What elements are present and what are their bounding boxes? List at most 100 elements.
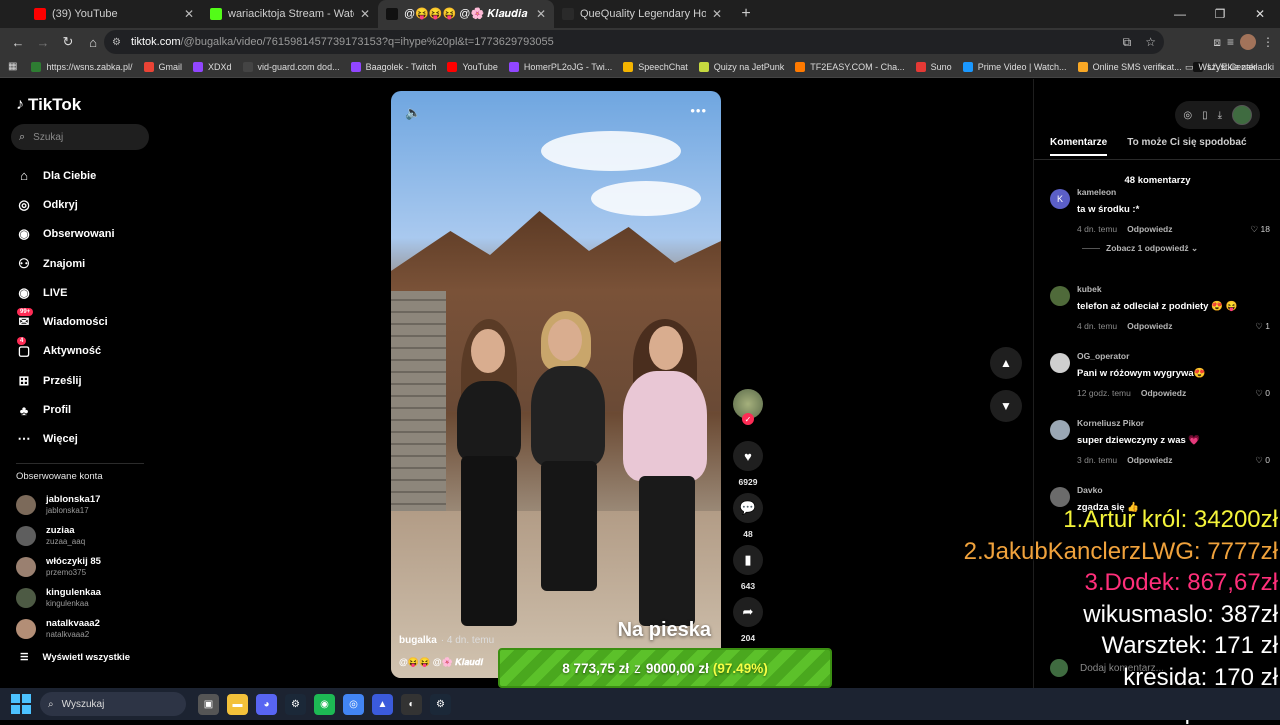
bookmark-item[interactable]: Gmail xyxy=(143,61,182,72)
new-tab-button[interactable]: + xyxy=(734,2,758,26)
comment-username[interactable]: kubek xyxy=(1077,284,1102,294)
tab-close-icon[interactable]: ✕ xyxy=(184,7,194,21)
tab-suggested[interactable]: To może Ci się spodobać xyxy=(1127,137,1246,156)
browser-tab[interactable]: (39) YouTube ✕ xyxy=(26,0,202,28)
comment-like-button[interactable]: ♡ 18 xyxy=(1251,224,1270,235)
tab-close-icon[interactable]: ✕ xyxy=(536,7,546,21)
bookmark-item[interactable]: TF2EASY.COM - Cha... xyxy=(795,61,905,72)
discover-icon[interactable]: ◎ xyxy=(1183,110,1192,121)
nav-item-profil[interactable]: ♣ Profil xyxy=(14,395,154,424)
address-bar[interactable]: ⚙ tiktok.com/@bugalka/video/761598145773… xyxy=(104,30,1164,54)
app-blue-icon[interactable]: ▲ xyxy=(372,693,393,715)
home-icon[interactable]: ⌂ xyxy=(81,30,105,54)
nav-item-więcej[interactable]: ⋯ Więcej xyxy=(14,425,154,454)
comment-username[interactable]: Davko xyxy=(1077,485,1103,495)
search-input[interactable]: ⌕ Szukaj xyxy=(11,124,149,150)
minimize-icon[interactable]: — xyxy=(1160,0,1200,28)
steam-icon[interactable]: ⚙ xyxy=(285,693,306,715)
reload-icon[interactable]: ↻ xyxy=(56,30,80,54)
chrome-icon[interactable]: ◎ xyxy=(343,693,364,715)
save-button[interactable]: ▮ 643 xyxy=(731,545,765,591)
steam-2-icon[interactable]: ⚙ xyxy=(430,693,451,715)
bookmark-item[interactable]: https://wsns.zabka.pl/ xyxy=(31,61,133,72)
discord-icon[interactable]: ◕ xyxy=(256,693,277,715)
reply-button[interactable]: Odpowiedz xyxy=(1127,455,1172,465)
nav-item-obserwowani[interactable]: ◉ Obserwowani xyxy=(14,220,154,249)
see-all-button[interactable]: ☰ Wyświetl wszystkie xyxy=(20,652,130,663)
chevron-down-icon[interactable]: ▼ xyxy=(990,390,1022,422)
comment-username[interactable]: kameleon xyxy=(1077,187,1116,197)
bookmark-item[interactable]: XDXd xyxy=(193,61,232,72)
comment-like-button[interactable]: ♡ 0 xyxy=(1255,455,1270,466)
spotify-icon[interactable]: ◉ xyxy=(314,693,335,715)
task-view-icon[interactable]: ▣ xyxy=(198,693,219,715)
followed-account[interactable]: natalkvaaa2 natalkvaaa2 xyxy=(16,613,151,644)
comment-avatar[interactable]: K xyxy=(1050,189,1070,209)
nav-item-odkryj[interactable]: ◎ Odkryj xyxy=(14,190,154,219)
comment-like-button[interactable]: ♡ 0 xyxy=(1255,388,1270,399)
profile-avatar[interactable] xyxy=(1240,34,1256,50)
bookmarks-overflow-icon[interactable]: » xyxy=(1160,62,1165,72)
all-bookmarks[interactable]: Wszystkie zakładki xyxy=(1198,62,1274,72)
tab-comments[interactable]: Komentarze xyxy=(1050,137,1108,156)
comment-avatar[interactable] xyxy=(1050,420,1070,440)
bookmark-item[interactable]: YouTube xyxy=(447,61,498,72)
reply-button[interactable]: Odpowiedz xyxy=(1127,321,1172,331)
comment-avatar[interactable] xyxy=(1050,487,1070,507)
comment-button[interactable]: 💬 48 xyxy=(731,493,765,539)
comment-username[interactable]: OG_operator xyxy=(1077,351,1129,361)
download-icon[interactable]: ⤓ xyxy=(1218,110,1222,121)
video-author[interactable]: bugalka · 4 dn. temu xyxy=(399,635,494,646)
comment-avatar[interactable] xyxy=(1050,286,1070,306)
explorer-icon[interactable]: ▬ xyxy=(227,693,248,715)
more-options-icon[interactable]: ••• xyxy=(690,103,707,118)
cast-icon[interactable]: ⧉ xyxy=(1123,35,1132,50)
volume-icon[interactable]: 🔈 xyxy=(405,105,421,121)
comment-like-button[interactable]: ♡ 1 xyxy=(1255,321,1270,332)
forward-icon[interactable]: → xyxy=(31,30,55,54)
nav-item-live[interactable]: ◉ LIVE xyxy=(14,278,154,307)
tab-close-icon[interactable]: ✕ xyxy=(360,7,370,21)
media-control-icon[interactable]: ≡ xyxy=(1227,35,1234,49)
close-window-icon[interactable]: ✕ xyxy=(1240,0,1280,28)
bookmark-item[interactable]: SpeechChat xyxy=(623,61,688,72)
tab-close-icon[interactable]: ✕ xyxy=(712,7,722,21)
site-info-icon[interactable]: ⚙ xyxy=(112,37,121,48)
apps-grid-icon[interactable]: ▦ xyxy=(8,61,17,72)
browser-tab[interactable]: @😝😝😝 @🌸 𝑲𝒍𝒂𝒖𝒅𝒊𝒂 🔊 ✕ xyxy=(378,0,554,28)
share-button[interactable]: ➦ 204 xyxy=(731,597,765,643)
nav-item-aktywność[interactable]: ▢ 4 Aktywność xyxy=(14,337,154,366)
restore-icon[interactable]: ❐ xyxy=(1200,0,1240,28)
bookmark-item[interactable]: Suno xyxy=(915,61,952,72)
app-obs-icon[interactable]: ◐ xyxy=(401,693,422,715)
bookmark-item[interactable]: Prime Video | Watch... xyxy=(962,61,1067,72)
bookmark-item[interactable]: Baagolek - Twitch xyxy=(350,61,436,72)
device-icon[interactable]: ▯ xyxy=(1202,110,1208,121)
nav-item-wiadomości[interactable]: ✉ 99+ Wiadomości xyxy=(14,307,154,336)
followed-account[interactable]: zuziaa zuzaa_aaq xyxy=(16,520,151,551)
comment-avatar[interactable] xyxy=(1050,353,1070,373)
windows-start-icon[interactable] xyxy=(11,694,31,714)
back-icon[interactable]: ← xyxy=(6,30,30,54)
bookmark-item[interactable]: HomerPL2oJG - Twi... xyxy=(508,61,612,72)
reply-button[interactable]: Odpowiedz xyxy=(1141,388,1186,398)
taskbar-search[interactable]: ⌕ Wyszukaj xyxy=(40,692,186,716)
browser-tab[interactable]: QueQuality Legendary Hoodie ✕ xyxy=(554,0,730,28)
user-avatar[interactable] xyxy=(1232,105,1252,125)
see-replies-button[interactable]: Zobacz 1 odpowiedź ⌄ xyxy=(1082,243,1198,254)
nav-item-dla-ciebie[interactable]: ⌂ Dla Ciebie xyxy=(14,161,154,190)
nav-item-prześlij[interactable]: ⊞ Prześlij xyxy=(14,366,154,395)
like-button[interactable]: ♥ 6929 xyxy=(731,441,765,487)
bookmark-item[interactable]: Quizy na JetPunk xyxy=(698,61,784,72)
followed-account[interactable]: włóczykij 85 przemo375 xyxy=(16,551,151,582)
followed-account[interactable]: kingulenkaa kingulenkaa xyxy=(16,582,151,613)
followed-account[interactable]: jablonska17 jablonska17 xyxy=(16,489,151,520)
follow-check-icon[interactable]: ✓ xyxy=(742,413,754,425)
comment-username[interactable]: Korneliusz Pikor xyxy=(1077,418,1144,428)
add-comment-input[interactable]: Dodaj komentarz... xyxy=(1080,663,1164,674)
reply-button[interactable]: Odpowiedz xyxy=(1127,224,1172,234)
chevron-up-icon[interactable]: ▲ xyxy=(990,347,1022,379)
menu-icon[interactable]: ⋮ xyxy=(1262,35,1274,49)
browser-tab[interactable]: wariaciktoja Stream - Watch Liv ✕ xyxy=(202,0,378,28)
bookmark-star-icon[interactable]: ☆ xyxy=(1145,35,1156,49)
